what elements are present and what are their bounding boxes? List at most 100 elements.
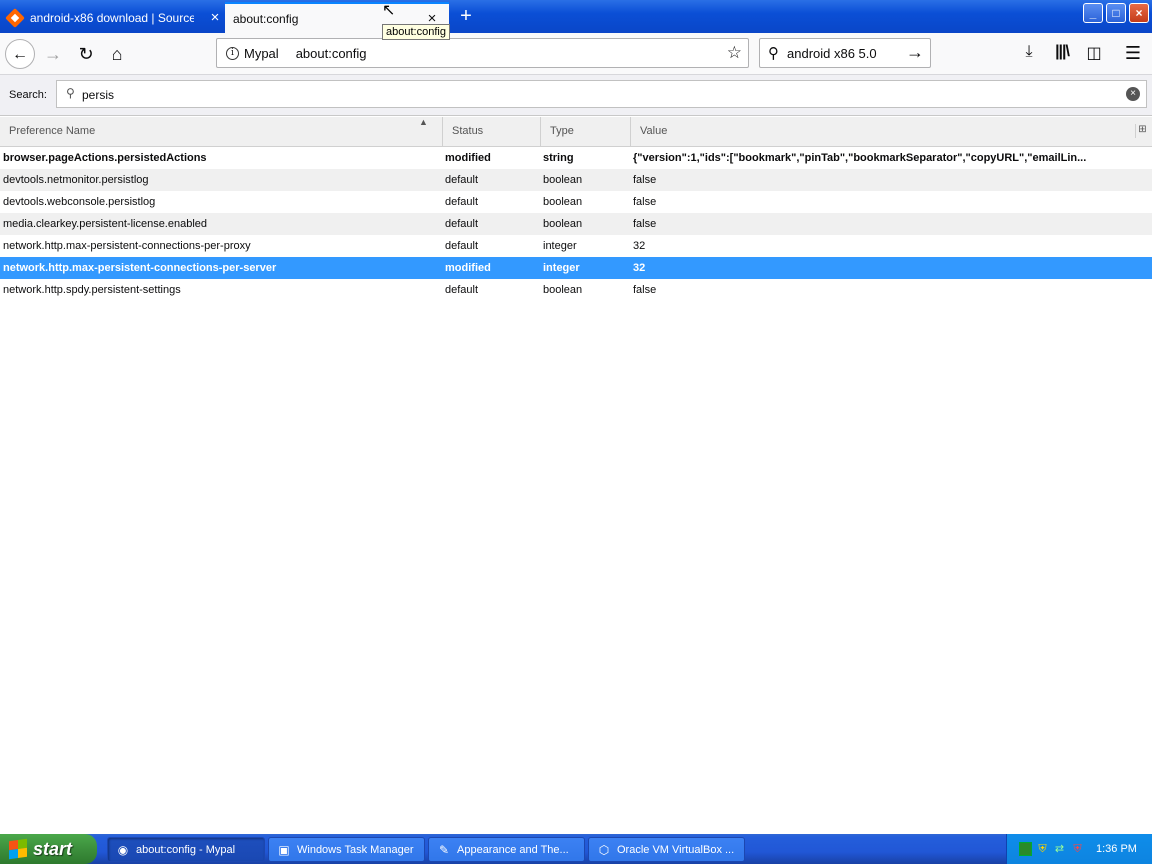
pref-name: browser.pageActions.persistedActions: [3, 152, 207, 164]
filter-input[interactable]: persis: [82, 88, 114, 102]
new-tab-button[interactable]: +: [455, 5, 477, 27]
pref-type: integer: [543, 240, 577, 252]
menu-icon[interactable]: ☰: [1122, 43, 1144, 64]
column-header-value[interactable]: Value: [631, 117, 1135, 146]
taskbar-item-task-manager[interactable]: ▣ Windows Task Manager: [268, 837, 425, 862]
taskbar-item-label: Windows Task Manager: [297, 843, 414, 856]
table-row[interactable]: devtools.webconsole.persistlog default b…: [0, 191, 1152, 213]
clock: 1:36 PM: [1096, 843, 1137, 855]
virtualbox-icon: ⬡: [598, 842, 610, 857]
taskbar-item-label: Oracle VM VirtualBox ...: [617, 843, 735, 856]
tab-tooltip: about:config: [382, 24, 450, 40]
pref-value: 32: [633, 262, 646, 274]
system-tray: ⛨ ⇄ ⛨ 1:36 PM: [1006, 834, 1152, 864]
pref-status: default: [445, 196, 479, 208]
security-alert-icon[interactable]: ⛨: [1071, 842, 1084, 856]
pref-name: network.http.max-persistent-connections-…: [3, 262, 277, 274]
pref-status: default: [445, 174, 479, 186]
taskbar-item-mypal[interactable]: ◉ about:config - Mypal: [107, 837, 265, 862]
windows-logo-icon: [9, 838, 27, 860]
filter-row: Search: ⚲ persis ×: [0, 75, 1152, 116]
home-button[interactable]: ⌂: [102, 39, 132, 69]
pref-value: false: [633, 196, 657, 208]
pref-status: modified: [445, 152, 491, 164]
tab-title: android-x86 download | SourceFo: [30, 10, 194, 25]
table-row[interactable]: network.http.spdy.persistent-settings de…: [0, 279, 1152, 301]
column-header-type[interactable]: Type: [541, 117, 631, 146]
filter-input-box[interactable]: ⚲ persis ×: [56, 80, 1147, 108]
search-icon: ⚲: [66, 86, 75, 100]
mypal-icon: ◉: [117, 842, 129, 857]
table-row[interactable]: media.clearkey.persistent-license.enable…: [0, 213, 1152, 235]
table-header: Preference Name ▲ Status Type Value ⊞: [0, 117, 1152, 147]
web-search-bar[interactable]: ⚲ android x86 5.0 →: [759, 38, 931, 68]
url-bar[interactable]: i Mypal about:config ☆: [216, 38, 749, 68]
start-button[interactable]: start: [0, 834, 97, 864]
search-go-icon[interactable]: →: [906, 42, 924, 63]
table-row[interactable]: network.http.max-persistent-connections-…: [0, 235, 1152, 257]
pref-status: default: [445, 284, 479, 296]
filter-label: Search:: [9, 89, 47, 101]
maximize-button[interactable]: □: [1106, 3, 1126, 23]
pref-name: devtools.webconsole.persistlog: [3, 196, 156, 208]
taskbar-item-virtualbox[interactable]: ⬡ Oracle VM VirtualBox ...: [588, 837, 745, 862]
pref-type: integer: [543, 262, 580, 274]
info-icon[interactable]: i: [226, 46, 239, 60]
search-icon: ⚲: [768, 45, 779, 62]
tab-sourceforge[interactable]: android-x86 download | SourceFo ×: [0, 2, 224, 33]
preferences-table: browser.pageActions.persistedActions mod…: [0, 147, 1152, 301]
pref-type: boolean: [543, 174, 583, 186]
control-panel-icon: ✎: [438, 842, 450, 857]
pref-name: devtools.netmonitor.persistlog: [3, 174, 149, 186]
pref-status: default: [445, 240, 479, 252]
table-row[interactable]: devtools.netmonitor.persistlog default b…: [0, 169, 1152, 191]
taskbar-item-label: about:config - Mypal: [136, 843, 236, 856]
column-header-status[interactable]: Status: [443, 117, 541, 146]
close-window-button[interactable]: ×: [1129, 3, 1149, 23]
reload-button[interactable]: ↻: [71, 39, 101, 69]
tray-app-icon[interactable]: [1019, 842, 1032, 856]
bookmark-star-icon[interactable]: ☆: [727, 43, 742, 63]
pref-value: 32: [633, 240, 646, 252]
table-row[interactable]: network.http.max-persistent-connections-…: [0, 257, 1152, 279]
sourceforge-icon: [5, 7, 25, 28]
pref-name: media.clearkey.persistent-license.enable…: [3, 218, 208, 230]
navigation-toolbar: ← → ↻ ⌂ i Mypal about:config ☆ ⚲ android…: [0, 33, 1152, 75]
search-input[interactable]: android x86 5.0: [787, 46, 877, 61]
pref-value: false: [633, 284, 657, 296]
pref-type: boolean: [543, 196, 583, 208]
network-icon[interactable]: ⇄: [1053, 842, 1066, 856]
back-button[interactable]: ←: [5, 39, 35, 69]
url-text[interactable]: about:config: [296, 46, 367, 61]
column-header-name[interactable]: Preference Name: [0, 117, 443, 146]
pref-name: network.http.max-persistent-connections-…: [3, 240, 251, 252]
sidebar-icon[interactable]: ◫: [1083, 43, 1105, 63]
clear-icon[interactable]: ×: [1126, 87, 1140, 101]
pref-value: false: [633, 174, 657, 186]
taskbar: start ◉ about:config - Mypal ▣ Windows T…: [0, 834, 1152, 864]
mouse-cursor-icon: ↖: [382, 2, 396, 19]
downloads-icon[interactable]: ⤓: [1018, 43, 1040, 61]
pref-value: {"version":1,"ids":["bookmark","pinTab",…: [633, 152, 1087, 164]
table-row[interactable]: browser.pageActions.persistedActions mod…: [0, 147, 1152, 169]
pref-name: network.http.spdy.persistent-settings: [3, 284, 181, 296]
tab-close-icon[interactable]: ×: [206, 9, 224, 26]
minimize-button[interactable]: _: [1083, 3, 1103, 23]
pref-type: boolean: [543, 284, 583, 296]
pref-value: false: [633, 218, 657, 230]
pref-status: default: [445, 218, 479, 230]
pref-type: boolean: [543, 218, 583, 230]
library-icon[interactable]: |||\: [1051, 43, 1073, 61]
security-shield-icon[interactable]: ⛨: [1036, 842, 1049, 856]
sort-ascending-icon: ▲: [419, 117, 428, 127]
start-label: start: [33, 838, 73, 859]
pref-status: modified: [445, 262, 491, 274]
taskbar-item-label: Appearance and The...: [457, 843, 569, 856]
column-picker-icon[interactable]: ⊞: [1135, 124, 1149, 138]
tab-strip: android-x86 download | SourceFo × about:…: [0, 0, 1152, 33]
url-identity-label: Mypal: [244, 45, 279, 61]
task-manager-icon: ▣: [278, 842, 290, 857]
pref-type: string: [543, 152, 574, 164]
taskbar-item-appearance[interactable]: ✎ Appearance and The...: [428, 837, 585, 862]
forward-button[interactable]: →: [38, 39, 68, 69]
